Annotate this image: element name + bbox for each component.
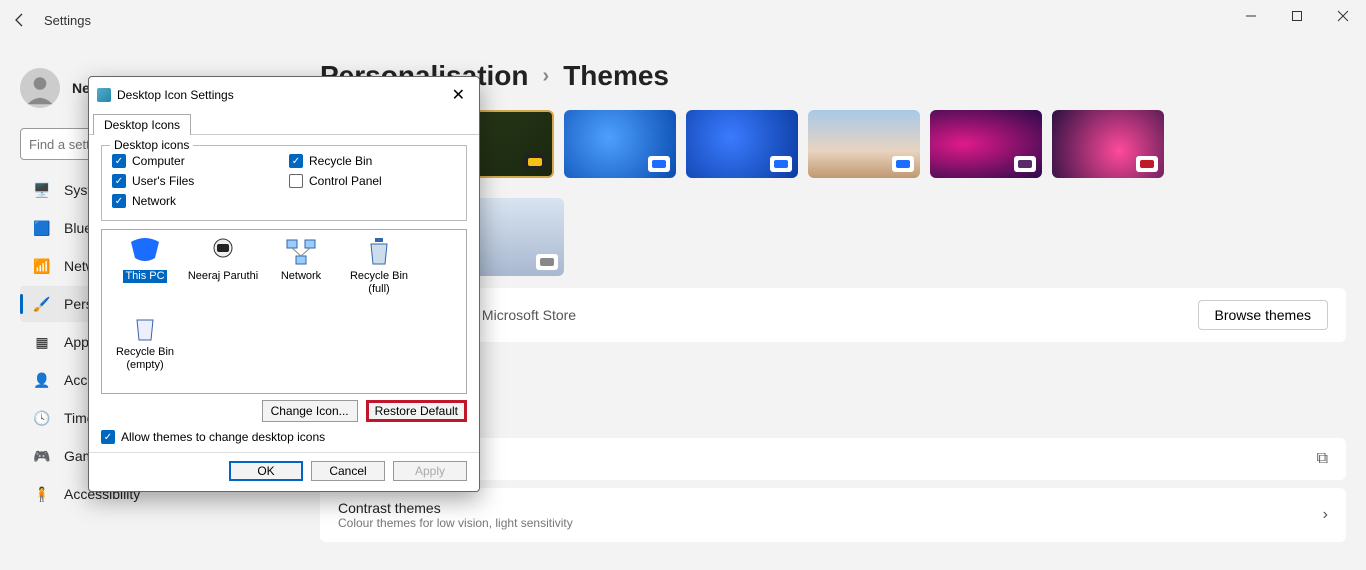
theme-thumb[interactable] <box>686 110 798 178</box>
dialog-icon <box>97 88 111 102</box>
dialog-title: Desktop Icon Settings <box>117 88 234 102</box>
dialog-close-button[interactable]: ✕ <box>446 83 471 107</box>
checkbox-label: Recycle Bin <box>309 154 372 168</box>
checkbox-allow-themes[interactable]: ✓ <box>101 430 115 444</box>
tab-desktop-icons[interactable]: Desktop Icons <box>93 114 191 135</box>
avatar <box>20 68 60 108</box>
icon-label: Recycle Bin (full) <box>342 270 416 295</box>
icon-item-network[interactable]: Network <box>264 236 338 308</box>
restore-default-button[interactable]: Restore Default <box>366 400 467 422</box>
checkbox-network[interactable]: ✓ <box>112 194 126 208</box>
icon-list: This PC Neeraj Paruthi Network Recycle B… <box>101 229 467 394</box>
checkbox-label: Computer <box>132 154 185 168</box>
theme-thumb[interactable] <box>808 110 920 178</box>
checkbox-label: User's Files <box>132 174 194 188</box>
related-contrast-themes[interactable]: Contrast themes Colour themes for low vi… <box>320 488 1346 542</box>
icon-item-userfolder[interactable]: Neeraj Paruthi <box>186 236 260 308</box>
browse-themes-button[interactable]: Browse themes <box>1198 300 1328 330</box>
minimize-button[interactable] <box>1228 0 1274 32</box>
checkbox-recyclebin[interactable]: ✓ <box>289 154 303 168</box>
cancel-button[interactable]: Cancel <box>311 461 385 481</box>
theme-thumb[interactable] <box>564 110 676 178</box>
checkbox-label: Allow themes to change desktop icons <box>121 430 325 444</box>
chevron-right-icon: › <box>543 65 550 88</box>
back-button[interactable] <box>8 8 32 32</box>
window-title: Settings <box>44 13 91 28</box>
theme-thumb[interactable] <box>1052 110 1164 178</box>
checkbox-computer[interactable]: ✓ <box>112 154 126 168</box>
icon-item-thispc[interactable]: This PC <box>108 236 182 308</box>
fieldset-legend: Desktop icons <box>110 138 193 152</box>
icon-label: Neeraj Paruthi <box>188 270 258 283</box>
related-title: Contrast themes <box>338 500 573 516</box>
gamepad-icon: 🎮 <box>32 446 52 466</box>
theme-thumb[interactable] <box>930 110 1042 178</box>
maximize-button[interactable] <box>1274 0 1320 32</box>
apps-icon: ▦ <box>32 332 52 352</box>
checkbox-usersfiles[interactable]: ✓ <box>112 174 126 188</box>
brush-icon: 🖌️ <box>32 294 52 314</box>
breadcrumb-current: Themes <box>563 60 669 92</box>
checkbox-label: Control Panel <box>309 174 382 188</box>
bluetooth-icon: 🟦 <box>32 218 52 238</box>
icon-item-recyclebin-full[interactable]: Recycle Bin (full) <box>342 236 416 308</box>
close-button[interactable] <box>1320 0 1366 32</box>
chevron-right-icon[interactable]: › <box>1323 506 1328 524</box>
ok-button[interactable]: OK <box>229 461 303 481</box>
apply-button[interactable]: Apply <box>393 461 467 481</box>
icon-label: Recycle Bin (empty) <box>108 346 182 371</box>
accessibility-icon: 🧍 <box>32 484 52 504</box>
icon-label: This PC <box>123 270 166 283</box>
related-subtitle: Colour themes for low vision, light sens… <box>338 516 573 530</box>
checkbox-controlpanel[interactable] <box>289 174 303 188</box>
wifi-icon: 📶 <box>32 256 52 276</box>
icon-label: Network <box>281 270 321 283</box>
desktop-icon-settings-dialog: Desktop Icon Settings ✕ Desktop Icons De… <box>88 76 480 492</box>
icon-item-recyclebin-empty[interactable]: Recycle Bin (empty) <box>108 312 182 384</box>
clock-icon: 🕓 <box>32 408 52 428</box>
person-icon: 👤 <box>32 370 52 390</box>
checkbox-label: Network <box>132 194 176 208</box>
change-icon-button[interactable]: Change Icon... <box>262 400 358 422</box>
system-icon: 🖥️ <box>32 180 52 200</box>
open-external-icon[interactable]: ⧉ <box>1317 450 1328 468</box>
